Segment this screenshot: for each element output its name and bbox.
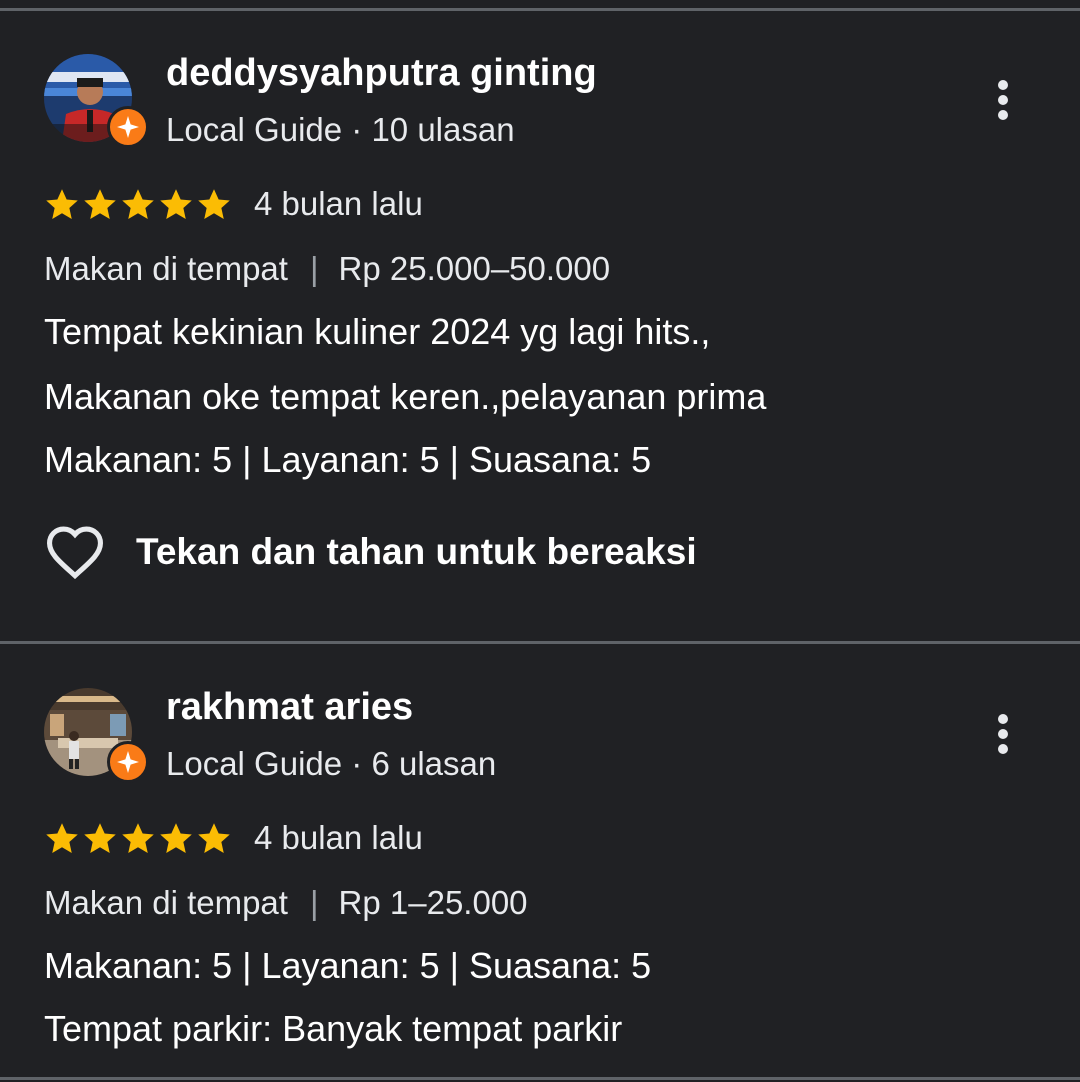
react-label: Tekan dan tahan untuk bereaksi <box>136 531 697 572</box>
star-rating <box>44 821 232 857</box>
star-icon <box>122 823 154 853</box>
visit-details: Makan di tempat | Rp 1–25.000 <box>44 884 528 922</box>
reviewer-name[interactable]: deddysyahputra ginting <box>166 52 597 95</box>
star-icon <box>160 189 192 219</box>
reviewer-meta[interactable]: Local Guide · 10 ulasan <box>166 111 515 149</box>
star-icon <box>46 823 78 853</box>
review-ratings-line: Makanan: 5 | Layanan: 5 | Suasana: 5 <box>44 945 652 986</box>
service-type: Makan di tempat <box>44 884 288 921</box>
local-guide-icon <box>107 106 149 148</box>
react-button[interactable]: Tekan dan tahan untuk bereaksi <box>44 522 697 582</box>
reviewer-meta[interactable]: Local Guide · 6 ulasan <box>166 745 496 783</box>
local-guide-icon <box>107 741 149 783</box>
top-divider <box>0 8 1080 11</box>
tag-separator: | <box>309 250 319 287</box>
review-time: 4 bulan lalu <box>254 185 423 222</box>
star-icon <box>122 189 154 219</box>
star-rating <box>44 187 232 223</box>
more-vert-icon[interactable] <box>988 76 1018 124</box>
review-ratings-line: Makanan: 5 | Layanan: 5 | Suasana: 5 <box>44 439 652 480</box>
review-text-line: Tempat parkir: Banyak tempat parkir <box>44 1008 623 1049</box>
review-text-line: Makanan oke tempat keren.,pelayanan prim… <box>44 376 767 417</box>
star-icon <box>84 823 116 853</box>
star-icon <box>198 823 230 853</box>
star-icon <box>84 189 116 219</box>
service-type: Makan di tempat <box>44 250 288 287</box>
review-text-line: Tempat kekinian kuliner 2024 yg lagi hit… <box>44 311 711 352</box>
price-range: Rp 25.000–50.000 <box>338 250 611 287</box>
price-range: Rp 1–25.000 <box>338 884 528 921</box>
review-time: 4 bulan lalu <box>254 819 423 856</box>
heart-outline-icon <box>46 526 104 580</box>
bottom-divider <box>0 1077 1080 1080</box>
reviewer-name[interactable]: rakhmat aries <box>166 686 413 729</box>
star-icon <box>198 189 230 219</box>
star-icon <box>160 823 192 853</box>
visit-details: Makan di tempat | Rp 25.000–50.000 <box>44 250 610 288</box>
more-vert-icon[interactable] <box>988 710 1018 758</box>
reviews-page: deddysyahputra ginting Local Guide · 10 … <box>0 0 1080 1082</box>
tag-separator: | <box>309 884 319 921</box>
review-divider <box>0 641 1080 644</box>
star-icon <box>46 189 78 219</box>
